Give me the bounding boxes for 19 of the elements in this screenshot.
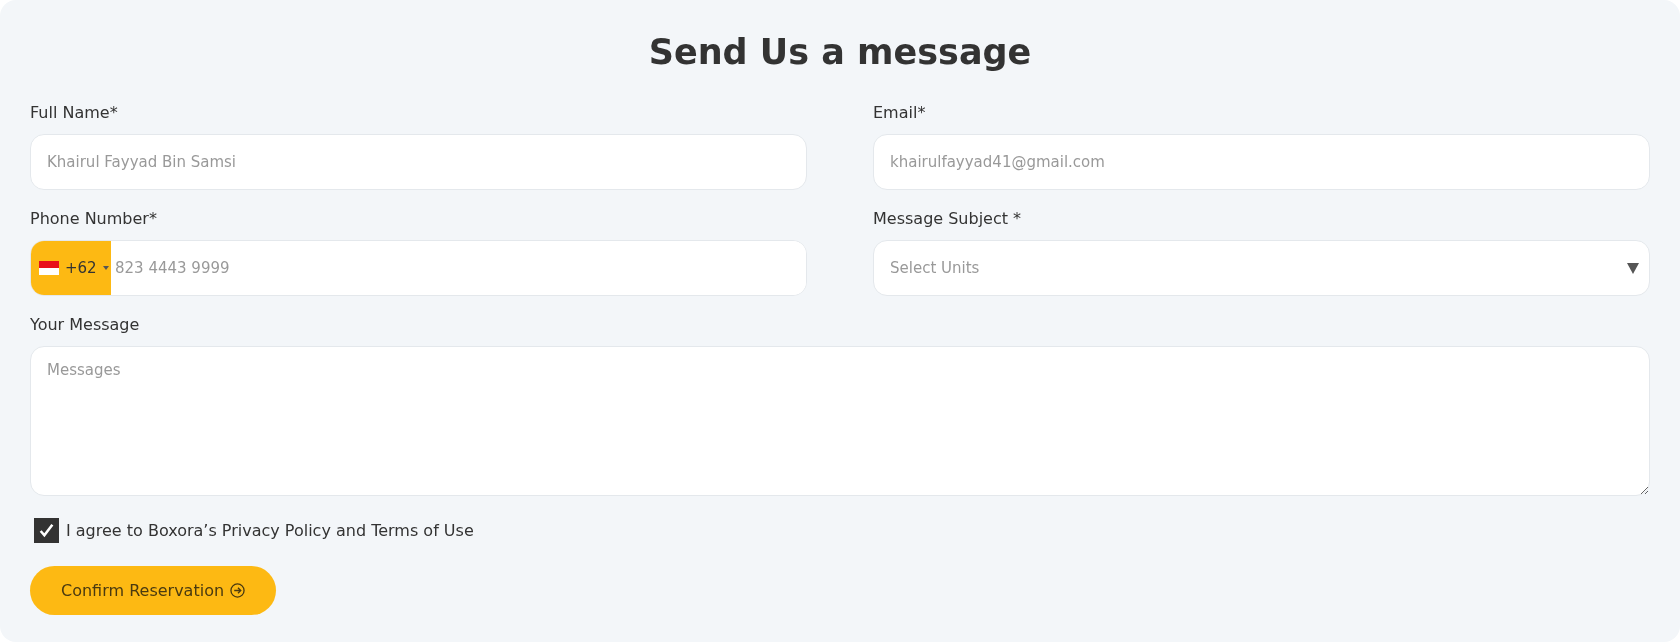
dropdown-arrow-icon: [1627, 262, 1639, 274]
field-label: Your Message: [30, 314, 141, 336]
agree-checkbox[interactable]: [34, 518, 59, 543]
field-label: Phone Number*: [30, 208, 158, 230]
checkmark-icon: [38, 522, 55, 539]
message-field[interactable]: Messages: [30, 346, 1650, 496]
arrow-circle-icon: [230, 583, 246, 598]
confirm-reservation-button[interactable]: Confirm Reservation: [30, 566, 277, 615]
form-title: Send Us a message: [647, 31, 1033, 74]
caret-icon: [102, 266, 109, 270]
flag-icon: [39, 261, 59, 275]
country-code-selector[interactable]: +62: [31, 241, 111, 295]
phone-field[interactable]: +62 823 4443 9999: [30, 240, 807, 296]
agree-label: I agree to Boxora’s Privacy Policy and Terms of Use: [66, 519, 474, 542]
input-field[interactable]: khairulfayyad41@gmail.com: [873, 134, 1650, 190]
input-field[interactable]: Khairul Fayyad Bin Samsi: [30, 134, 807, 190]
field-label: Full Name*: [30, 102, 119, 124]
field-label: Email*: [873, 102, 927, 124]
field-label: Message Subject *: [873, 208, 1023, 230]
